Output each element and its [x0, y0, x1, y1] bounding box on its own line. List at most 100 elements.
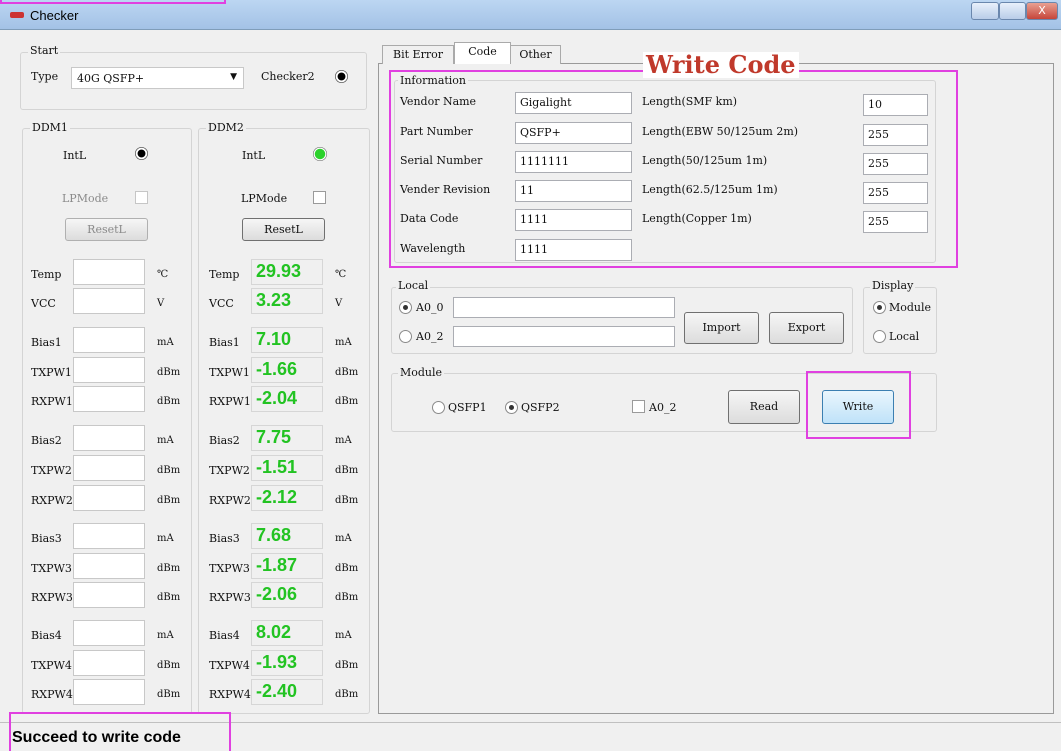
tab-other[interactable]: Other	[510, 45, 561, 64]
ddm1-rxpw3-label: RXPW3	[31, 591, 73, 604]
display-module-radio[interactable]	[873, 301, 886, 314]
ddm1-rxpw1-label: RXPW1	[31, 395, 73, 408]
ddm2-lpmode-checkbox[interactable]	[313, 191, 326, 204]
checker2-indicator	[335, 70, 348, 83]
tab-code[interactable]: Code	[454, 42, 511, 64]
ddm1-txpw1-label: TXPW1	[31, 366, 72, 379]
write-code-heading: Write Code	[643, 52, 799, 78]
ddm2-rxpw1-value: -2.04	[251, 386, 323, 412]
display-label: Display	[870, 279, 916, 292]
info-data-code-input[interactable]: 1111	[515, 209, 632, 231]
ddm2-lpmode-label: LPMode	[241, 192, 288, 205]
status-message: Succeed to write code	[12, 729, 181, 746]
ddm2-vcc-unit: V	[335, 298, 343, 309]
a0-0-radio[interactable]	[399, 301, 412, 314]
ddm1-rxpw4-value	[73, 679, 145, 705]
ddm1-rxpw3-value	[73, 582, 145, 608]
info-vendor-name-input[interactable]: Gigalight	[515, 92, 632, 114]
ddm2-txpw1-value: -1.66	[251, 357, 323, 383]
ddm1-lpmode-checkbox[interactable]	[135, 191, 148, 204]
local-label: Local	[396, 279, 431, 292]
ddm1-bias2-label: Bias2	[31, 434, 62, 447]
ddm2-rxpw2-unit: dBm	[335, 495, 359, 506]
a0-2-radio[interactable]	[399, 330, 412, 343]
title-bar	[0, 0, 1061, 30]
ddm1-bias4-value	[73, 620, 145, 646]
ddm2-rxpw4-value: -2.40	[251, 679, 323, 705]
info-part-number-input[interactable]: QSFP+	[515, 122, 632, 144]
ddm2-txpw4-label: TXPW4	[209, 659, 250, 672]
ddm2-rxpw2-label: RXPW2	[209, 494, 251, 507]
type-select[interactable]: 40G QSFP+ ▼	[71, 67, 244, 89]
close-button[interactable]: X	[1026, 2, 1058, 20]
ddm1-rxpw2-unit: dBm	[157, 495, 181, 506]
ddm1-txpw1-value	[73, 357, 145, 383]
ddm1-txpw3-unit: dBm	[157, 563, 181, 574]
chevron-down-icon: ▼	[230, 72, 237, 82]
start-group-label: Start	[28, 44, 61, 57]
info-length-1-input[interactable]: 255	[863, 124, 928, 146]
ddm2-intl-label: IntL	[242, 149, 266, 162]
ddm2-txpw1-unit: dBm	[335, 367, 359, 378]
ddm2-rxpw1-unit: dBm	[335, 396, 359, 407]
a0-2-checkbox[interactable]	[632, 400, 645, 413]
ddm2-bias4-label: Bias4	[209, 629, 240, 642]
ddm2-rxpw3-unit: dBm	[335, 592, 359, 603]
ddm2-rxpw3-value: -2.06	[251, 582, 323, 608]
type-select-value: 40G QSFP+	[77, 72, 145, 85]
ddm2-vcc-label: VCC	[209, 297, 234, 310]
info-wavelength-input[interactable]: 1111	[515, 239, 632, 261]
info-vender-revision-label: Vender Revision	[400, 183, 491, 196]
info-vender-revision-input[interactable]: 11	[515, 180, 632, 202]
ddm2-txpw3-value: -1.87	[251, 553, 323, 579]
qsfp2-radio[interactable]	[505, 401, 518, 414]
info-length-3-input[interactable]: 255	[863, 182, 928, 204]
info-serial-number-input[interactable]: 1111111	[515, 151, 632, 173]
write-button[interactable]: Write	[822, 390, 894, 424]
ddm1-bias2-value	[73, 425, 145, 451]
export-button[interactable]: Export	[769, 312, 844, 344]
ddm1-intl-indicator	[135, 147, 148, 160]
ddm1-rxpw4-unit: dBm	[157, 689, 181, 700]
ddm2-bias1-unit: mA	[335, 337, 352, 348]
info-data-code-label: Data Code	[400, 212, 459, 225]
ddm1-bias1-label: Bias1	[31, 336, 62, 349]
ddm2-temp-unit: ℃	[335, 269, 347, 280]
a0-2-checkbox-label: A0_2	[649, 401, 677, 414]
minimize-button[interactable]	[971, 2, 999, 20]
maximize-button[interactable]	[999, 2, 1026, 20]
module-label: Module	[398, 366, 445, 379]
info-length-4-input[interactable]: 255	[863, 211, 928, 233]
info-serial-number-label: Serial Number	[400, 154, 483, 167]
info-length-4-label: Length(Copper 1m)	[642, 212, 752, 225]
ddm1-txpw3-value	[73, 553, 145, 579]
a0-2-path-input[interactable]	[453, 326, 675, 347]
ddm1-bias1-value	[73, 327, 145, 353]
ddm2-resetl-button[interactable]: ResetL	[242, 218, 325, 241]
ddm1-temp-label: Temp	[31, 268, 62, 281]
info-length-2-input[interactable]: 255	[863, 153, 928, 175]
checker2-label: Checker2	[261, 70, 315, 83]
qsfp1-radio[interactable]	[432, 401, 445, 414]
ddm2-bias1-label: Bias1	[209, 336, 240, 349]
ddm2-bias2-value: 7.75	[251, 425, 323, 451]
read-button[interactable]: Read	[728, 390, 800, 424]
info-length-1-label: Length(EBW 50/125um 2m)	[642, 125, 799, 138]
ddm1-bias1-unit: mA	[157, 337, 174, 348]
ddm1-txpw3-label: TXPW3	[31, 562, 72, 575]
window-title: Checker	[30, 8, 79, 23]
ddm1-lpmode-label: LPMode	[62, 192, 109, 205]
info-length-0-input[interactable]: 10	[863, 94, 928, 116]
ddm2-rxpw1-label: RXPW1	[209, 395, 251, 408]
ddm1-resetl-button[interactable]: ResetL	[65, 218, 148, 241]
display-local-radio[interactable]	[873, 330, 886, 343]
ddm1-txpw2-label: TXPW2	[31, 464, 72, 477]
ddm1-bias3-label: Bias3	[31, 532, 62, 545]
highlight-box	[0, 0, 226, 4]
import-button[interactable]: Import	[684, 312, 759, 344]
tab-bit-error[interactable]: Bit Error	[382, 45, 454, 64]
ddm1-rxpw2-value	[73, 485, 145, 511]
a0-0-path-input[interactable]	[453, 297, 675, 318]
display-local-label: Local	[889, 330, 920, 343]
ddm2-bias3-label: Bias3	[209, 532, 240, 545]
